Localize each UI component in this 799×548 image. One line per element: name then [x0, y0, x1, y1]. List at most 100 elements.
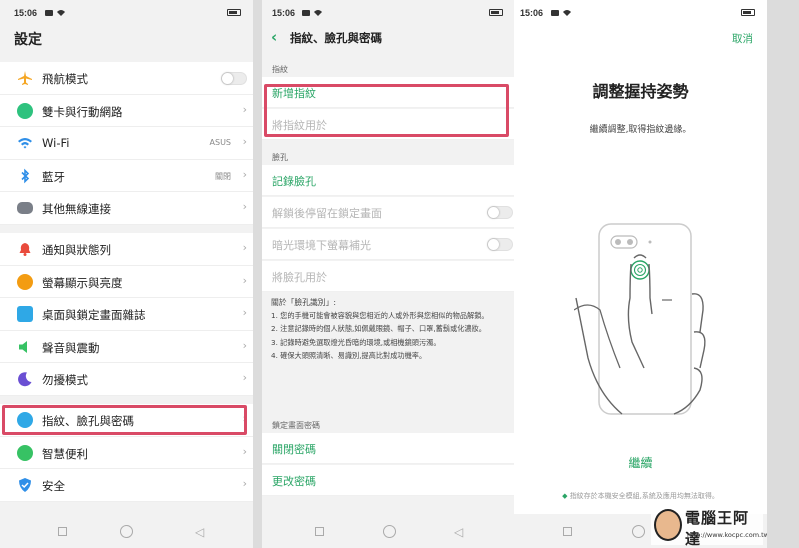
more-icon [17, 202, 33, 214]
enroll-subtitle: 繼續調整,取得指紋邊緣。 [589, 125, 692, 135]
home-button[interactable] [383, 525, 396, 538]
bell-icon [17, 241, 33, 257]
enroll-title: 調整握持姿勢 [592, 82, 689, 101]
mascot-logo [654, 509, 682, 541]
status-bar: 15:06 [262, 0, 515, 26]
bluetooth-status-value: 關閉 [215, 171, 231, 181]
moon-icon [17, 371, 33, 387]
screenshot-collage: 15:06 設定 飛航模式 雙卡與行動網路 › Wi-Fi ASUS › 藍牙 … [0, 0, 799, 548]
recents-button[interactable] [315, 527, 324, 536]
status-bar: 15:06 [514, 0, 767, 26]
settings-item-other-wireless[interactable]: 其他無線連接 › [0, 192, 253, 225]
change-password-item[interactable]: 更改密碼 [262, 465, 515, 496]
speaker-icon [17, 338, 33, 355]
disable-password-label: 關閉密碼 [272, 443, 316, 456]
continue-button[interactable]: 繼續 [514, 454, 767, 471]
hand-holding-phone-illustration [574, 223, 706, 415]
watermark-url: http://www.kocpc.com.tw [687, 531, 767, 539]
chevron-right-icon: › [242, 241, 247, 254]
about-note-3: 3. 記錄時避免選取燈光昏暗的環境,或相機鏡頭污濁。 [271, 337, 441, 347]
about-note-2: 2. 注意記錄時的個人狀態,如佩戴眼鏡、帽子、口罩,蓄鬍或化濃妝。 [271, 324, 486, 334]
brightness-icon [17, 273, 33, 290]
stay-on-lock-item[interactable]: 解鎖後停留在鎖定畫面 [262, 197, 515, 228]
settings-item-label: 雙卡與行動網路 [42, 104, 123, 119]
cancel-button[interactable]: 取消 [732, 31, 753, 46]
settings-item-label: 智慧便利 [42, 446, 88, 461]
settings-item-label: 聲音與震動 [42, 340, 100, 355]
record-face-item[interactable]: 記錄臉孔 [262, 165, 515, 196]
back-arrow-icon[interactable]: ‹ [271, 28, 277, 46]
recents-button[interactable] [563, 527, 572, 536]
notification-icons [551, 10, 571, 16]
stay-on-lock-toggle[interactable] [487, 206, 513, 219]
section-header-lock: 鎖定畫面密碼 [272, 421, 320, 430]
settings-item-notifications[interactable]: 通知與狀態列 › [0, 233, 253, 266]
back-button[interactable]: ◁ [195, 525, 204, 539]
settings-group-wireless: 飛航模式 雙卡與行動網路 › Wi-Fi ASUS › 藍牙 關閉 › 其他無線… [0, 62, 253, 225]
home-button[interactable] [632, 525, 645, 538]
shield-icon [17, 477, 33, 493]
wifi-network-value: ASUS [209, 138, 231, 147]
section-header-fingerprint: 指紋 [272, 65, 288, 74]
lightbulb-icon [17, 444, 33, 461]
settings-item-security[interactable]: 安全 › [0, 469, 253, 502]
page-title: 指紋、臉孔與密碼 [290, 31, 382, 45]
about-note-1: 1. 您的手機可能會被容貌與您相近的人或外形與您相似的物品解鎖。 [271, 311, 489, 321]
disable-password-item[interactable]: 關閉密碼 [262, 433, 515, 464]
status-time: 15:06 [272, 8, 296, 18]
face-use-label: 將臉孔用於 [272, 271, 327, 284]
back-button[interactable]: ◁ [454, 525, 463, 539]
fill-light-item[interactable]: 暗光環境下螢幕補光 [262, 229, 515, 260]
globe-icon [17, 102, 33, 119]
settings-item-sound[interactable]: 聲音與震動 › [0, 331, 253, 363]
watermark: 電腦王阿達 http://www.kocpc.com.tw [651, 505, 767, 548]
face-id-info: 關於「臉孔識別」: 1. 您的手機可能會被容貌與您相近的人或外形與您相似的物品解… [262, 293, 515, 408]
settings-item-airplane[interactable]: 飛航模式 [0, 62, 253, 95]
image-icon [17, 306, 33, 322]
notification-icons [45, 10, 65, 16]
fill-light-toggle[interactable] [487, 238, 513, 251]
fill-light-label: 暗光環境下螢幕補光 [272, 239, 371, 252]
change-password-label: 更改密碼 [272, 475, 316, 488]
settings-item-dnd[interactable]: 勿擾模式 › [0, 363, 253, 396]
stay-on-lock-label: 解鎖後停留在鎖定畫面 [272, 207, 382, 220]
chevron-right-icon: › [242, 273, 247, 287]
face-use-item[interactable]: 將臉孔用於 [262, 261, 515, 292]
status-time: 15:06 [520, 8, 544, 18]
status-time: 15:06 [14, 8, 38, 18]
chevron-right-icon: › [242, 102, 247, 116]
settings-item-wifi[interactable]: Wi-Fi ASUS › [0, 127, 253, 160]
settings-item-label: 其他無線連接 [42, 202, 111, 216]
header: ‹ 指紋、臉孔與密碼 [262, 26, 515, 52]
settings-item-label: 勿擾模式 [42, 373, 88, 387]
chevron-right-icon: › [242, 477, 247, 490]
bluetooth-icon [17, 167, 33, 184]
settings-item-label: 通知與狀態列 [42, 243, 111, 257]
battery-icon [741, 9, 755, 16]
notification-icons [302, 10, 322, 16]
home-button[interactable] [120, 525, 133, 538]
settings-item-display[interactable]: 螢幕顯示與亮度 › [0, 266, 253, 298]
settings-item-bluetooth[interactable]: 藍牙 關閉 › [0, 160, 253, 192]
airplane-icon [17, 70, 33, 86]
fingerprint-face-password-screen: 15:06 ‹ 指紋、臉孔與密碼 指紋 新增指紋 將指紋用於 臉孔 記錄臉孔 解… [262, 0, 515, 548]
settings-item-smart[interactable]: 智慧便利 › [0, 437, 253, 469]
chevron-right-icon: › [242, 135, 247, 148]
chevron-right-icon: › [242, 338, 247, 352]
watermark-title: 電腦王阿達 [685, 509, 750, 548]
status-bar: 15:06 [0, 0, 253, 26]
nav-bar: ◁ [262, 514, 515, 548]
settings-item-label: 桌面與鎖定畫面雜誌 [42, 308, 146, 322]
settings-item-wallpaper[interactable]: 桌面與鎖定畫面雜誌 › [0, 298, 253, 331]
chevron-right-icon: › [242, 167, 247, 181]
airplane-toggle[interactable] [221, 72, 247, 85]
settings-item-label: 安全 [42, 479, 65, 493]
nav-bar: ◁ [0, 514, 253, 548]
highlight-box [264, 84, 509, 137]
about-note-4: 4. 確保大頭照清晰、易識別,提高比對成功機率。 [271, 350, 427, 360]
recents-button[interactable] [58, 527, 67, 536]
settings-item-dual-sim[interactable]: 雙卡與行動網路 › [0, 95, 253, 127]
settings-item-label: Wi-Fi [42, 136, 70, 150]
page-title: 設定 [14, 32, 42, 48]
record-face-label: 記錄臉孔 [272, 175, 316, 188]
